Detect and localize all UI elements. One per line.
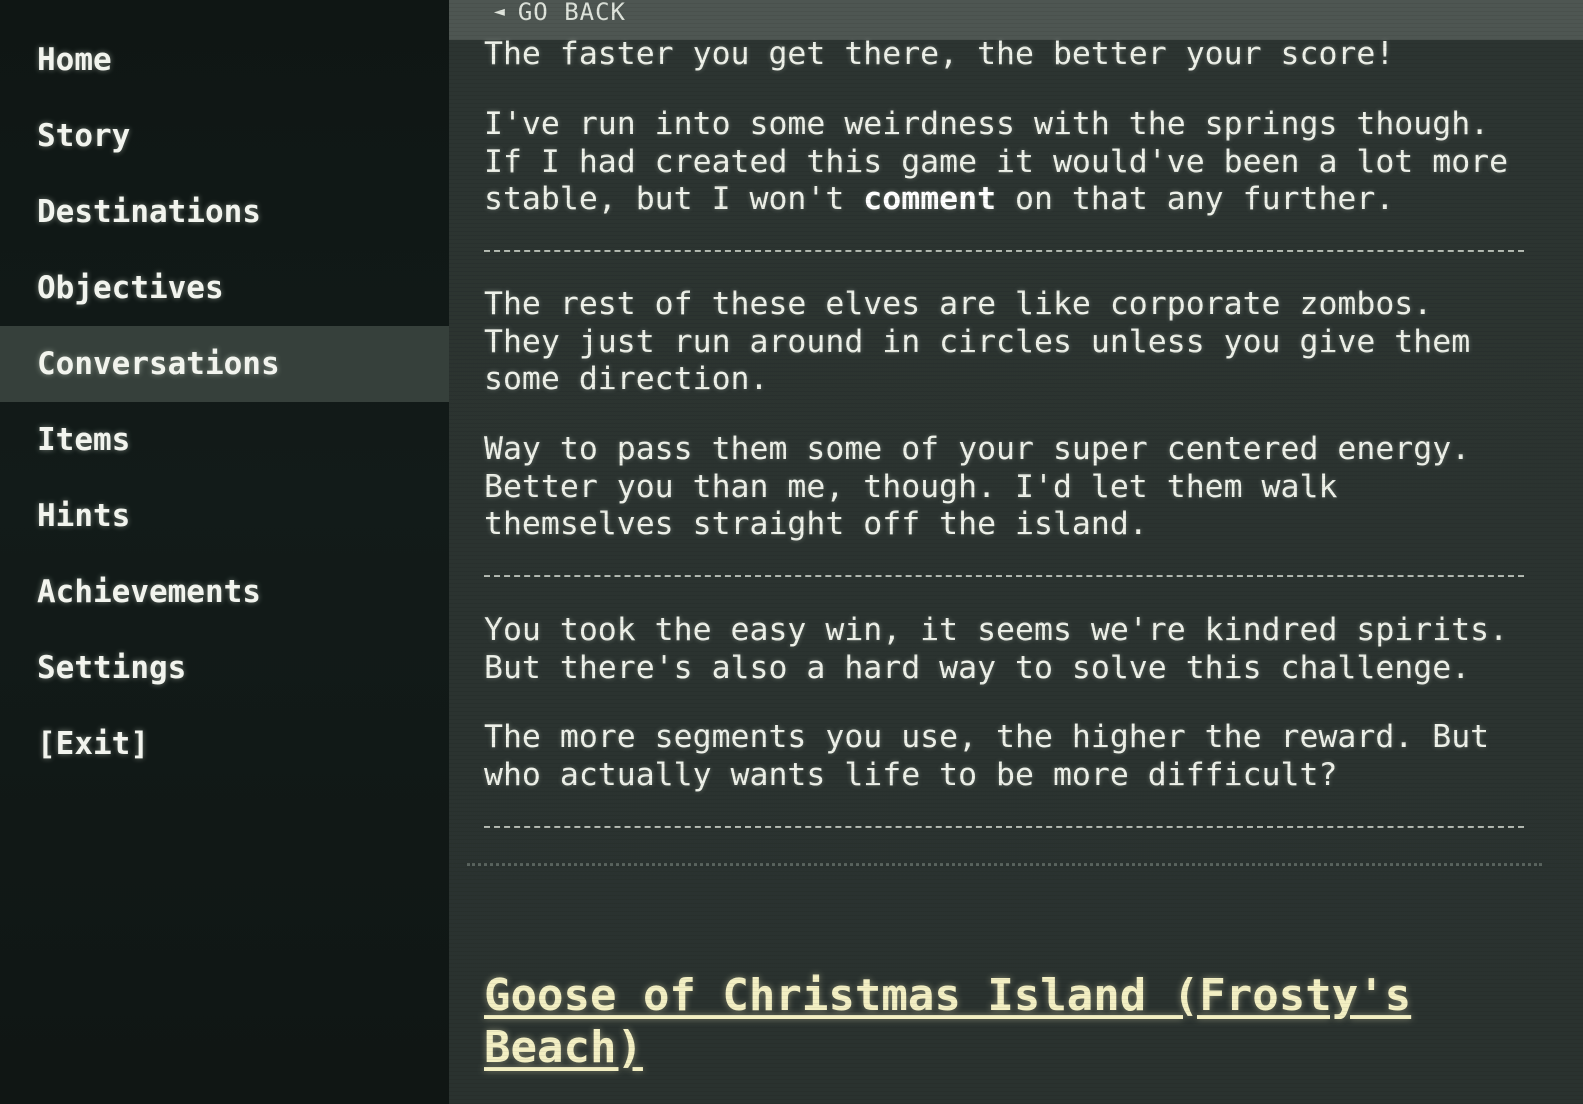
nav-item-label: [Exit] xyxy=(37,726,149,762)
nav-item-label: Hints xyxy=(37,498,131,534)
nav-item-achievements[interactable]: Achievements xyxy=(0,554,449,630)
dialogue-paragraph: The faster you get there, the better you… xyxy=(484,36,1395,72)
nav-item-label: Settings xyxy=(37,650,187,686)
nav-item-label: Home xyxy=(37,42,112,78)
dialogue-paragraph: The more segments you use, the higher th… xyxy=(484,719,1490,793)
dialogue-paragraph: The rest of these elves are like corpora… xyxy=(484,286,1471,398)
conversation-section-title: Goose of Christmas Island (Frosty's Beac… xyxy=(484,970,1412,1073)
back-arrow-icon: ◄ xyxy=(494,1,506,22)
nav-item-hints[interactable]: Hints xyxy=(0,478,449,554)
nav-item-label: Destinations xyxy=(37,194,261,230)
nav-item-conversations[interactable]: Conversations xyxy=(0,326,449,402)
dialogue-bold-text: comment xyxy=(863,181,997,218)
sidebar-nav: Home Story Destinations Objectives Conve… xyxy=(0,0,449,1104)
nav-item-label: Story xyxy=(37,118,131,154)
nav-item-home[interactable]: Home xyxy=(0,22,449,98)
message-divider xyxy=(484,826,1524,828)
message-divider xyxy=(484,575,1524,577)
dialogue-text: on that any further. xyxy=(996,181,1395,218)
go-back-button[interactable]: ◄ GO BACK xyxy=(449,0,1583,40)
nav-item-destinations[interactable]: Destinations xyxy=(0,174,449,250)
nav-item-story[interactable]: Story xyxy=(0,98,449,174)
section-separator xyxy=(467,863,1542,866)
dialogue-paragraph: Way to pass them some of your super cent… xyxy=(484,431,1471,543)
nav-item-label: Achievements xyxy=(37,574,261,610)
nav-item-label: Conversations xyxy=(37,346,280,382)
conversation-panel: ◄ GO BACK The faster you get there, the … xyxy=(449,0,1583,1104)
nav-item-label: Objectives xyxy=(37,270,224,306)
dialogue-paragraph: You took the easy win, it seems we're ki… xyxy=(484,612,1509,686)
nav-item-objectives[interactable]: Objectives xyxy=(0,250,449,326)
nav-item-settings[interactable]: Settings xyxy=(0,630,449,706)
nav-item-exit[interactable]: [Exit] xyxy=(0,706,449,782)
dialogue-paragraph: I've run into some weirdness with the sp… xyxy=(484,106,1564,219)
nav-item-label: Items xyxy=(37,422,131,458)
message-divider xyxy=(484,250,1524,252)
nav-item-items[interactable]: Items xyxy=(0,402,449,478)
go-back-label: GO BACK xyxy=(517,0,626,26)
